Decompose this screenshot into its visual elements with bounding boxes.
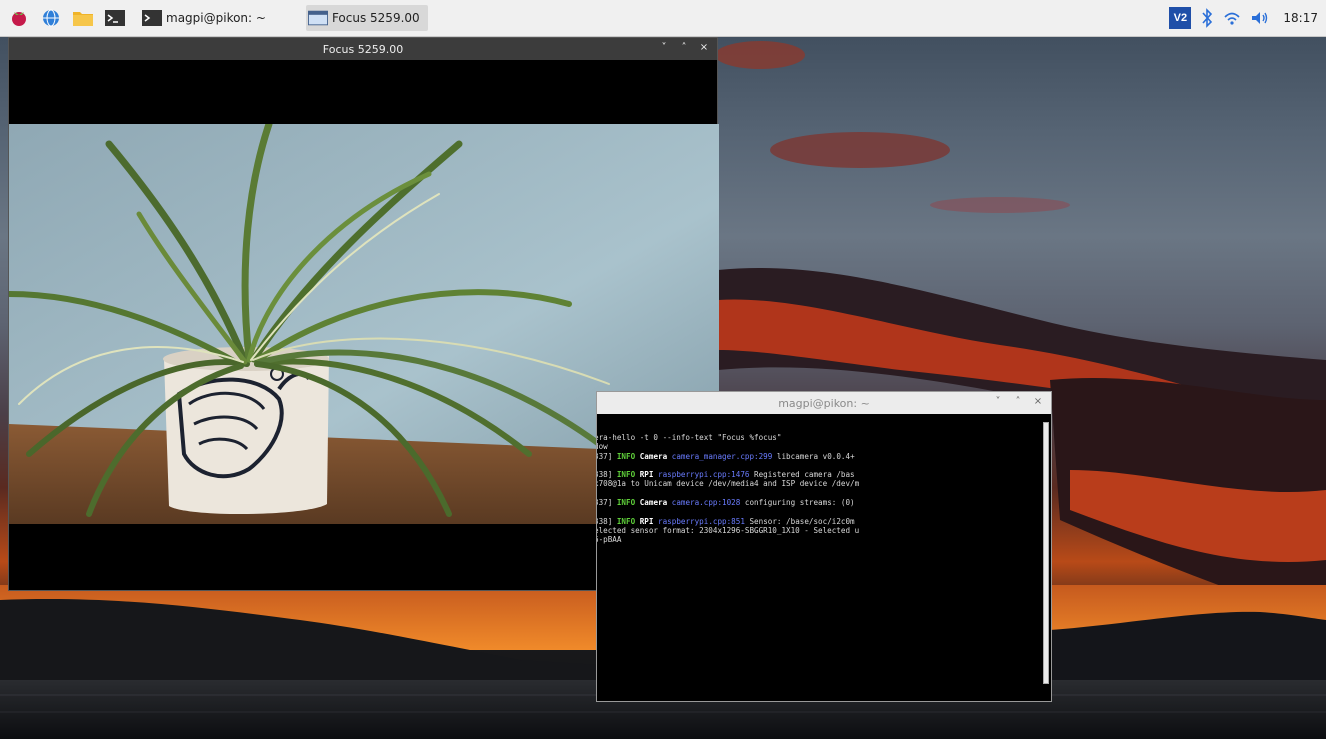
- maximize-button[interactable]: ˄: [1013, 396, 1023, 408]
- maximize-button[interactable]: ˄: [679, 42, 689, 54]
- log-source-location: camera_manager.cpp:299: [671, 451, 773, 461]
- log-component: Camera: [639, 498, 668, 508]
- terminal-line: 338] INFO RPI raspberrypi.cpp:1476 Regis…: [597, 470, 859, 479]
- terminal-icon: [142, 10, 162, 26]
- task-label: magpi@pikon: ~: [166, 11, 266, 25]
- log-level: INFO: [616, 470, 636, 480]
- window-title: magpi@pikon: ~: [778, 396, 870, 410]
- log-level: INFO: [616, 516, 636, 526]
- log-level: INFO: [616, 498, 636, 508]
- terminal-text: 338]: [597, 516, 613, 526]
- task-focus-window[interactable]: Focus 5259.00: [305, 5, 428, 31]
- close-button[interactable]: ×: [1033, 396, 1043, 408]
- log-component: RPI: [639, 516, 654, 526]
- terminal-text: elected sensor format: 2304x1296-SBGGR10…: [597, 525, 860, 535]
- taskbar: magpi@pikon: ~ Focus 5259.00 V2 18:17: [0, 0, 1326, 37]
- window-titlebar[interactable]: Focus 5259.00 ˅ ˄ ×: [9, 38, 717, 60]
- terminal-line: 337] INFO Camera camera_manager.cpp:299 …: [597, 452, 859, 461]
- window-controls: ˅ ˄ ×: [659, 42, 709, 54]
- log-source-location: raspberrypi.cpp:1476: [658, 470, 750, 480]
- raspberry-menu-icon[interactable]: [6, 5, 32, 31]
- terminal-text: 337]: [597, 451, 613, 461]
- clock[interactable]: 18:17: [1283, 11, 1318, 25]
- log-component: RPI: [639, 470, 654, 480]
- terminal-line: x708@1a to Unicam device /dev/media4 and…: [597, 479, 859, 488]
- window-controls: ˅ ˄ ×: [993, 396, 1043, 408]
- terminal-text: Sensor: /base/soc/i2c0m: [744, 516, 855, 526]
- terminal-line: dow: [597, 442, 859, 451]
- wifi-icon[interactable]: [1223, 7, 1241, 29]
- terminal-text: Registered camera /bas: [749, 470, 855, 480]
- log-component: Camera: [639, 451, 668, 461]
- terminal-window[interactable]: magpi@pikon: ~ ˅ ˄ × era-hello -t 0 --in…: [596, 391, 1052, 702]
- file-manager-icon[interactable]: [70, 5, 96, 31]
- terminal-line: era-hello -t 0 --info-text "Focus %focus…: [597, 433, 859, 442]
- minimize-button[interactable]: ˅: [659, 42, 669, 54]
- terminal-text: 6-pBAA: [597, 535, 622, 545]
- window-title: Focus 5259.00: [322, 42, 404, 56]
- task-terminal[interactable]: magpi@pikon: ~: [140, 5, 274, 31]
- window-titlebar[interactable]: magpi@pikon: ~ ˅ ˄ ×: [597, 392, 1051, 414]
- volume-icon[interactable]: [1250, 7, 1270, 29]
- window-icon: [307, 10, 328, 26]
- terminal-output[interactable]: era-hello -t 0 --info-text "Focus %focus…: [597, 415, 1043, 701]
- terminal-text: 338]: [597, 470, 613, 480]
- terminal-text: configuring streams: (0): [740, 498, 855, 508]
- log-source-location: camera.cpp:1028: [671, 498, 741, 508]
- terminal-scrollbar[interactable]: [1043, 422, 1049, 684]
- vnc-icon[interactable]: V2: [1169, 7, 1192, 29]
- terminal-line: elected sensor format: 2304x1296-SBGGR10…: [597, 526, 859, 535]
- log-level: INFO: [616, 451, 636, 461]
- terminal-icon[interactable]: [102, 5, 128, 31]
- terminal-text: libcamera v0.0.4+: [772, 451, 855, 461]
- web-browser-icon[interactable]: [38, 5, 64, 31]
- log-source-location: raspberrypi.cpp:851: [658, 516, 745, 526]
- system-tray: V2 18:17: [1169, 5, 1318, 31]
- terminal-text: dow: [597, 442, 608, 452]
- terminal-text: x708@1a to Unicam device /dev/media4 and…: [597, 479, 860, 489]
- task-label: Focus 5259.00: [331, 11, 420, 25]
- terminal-text: 337]: [597, 498, 613, 508]
- terminal-line: 337] INFO Camera camera.cpp:1028 configu…: [597, 498, 859, 507]
- terminal-text: era-hello -t 0 --info-text "Focus %focus…: [597, 433, 782, 442]
- terminal-line: 338] INFO RPI raspberrypi.cpp:851 Sensor…: [597, 517, 859, 526]
- terminal-line: 6-pBAA: [597, 535, 859, 544]
- bluetooth-icon[interactable]: [1200, 7, 1214, 29]
- minimize-button[interactable]: ˅: [993, 396, 1003, 408]
- close-button[interactable]: ×: [699, 42, 709, 54]
